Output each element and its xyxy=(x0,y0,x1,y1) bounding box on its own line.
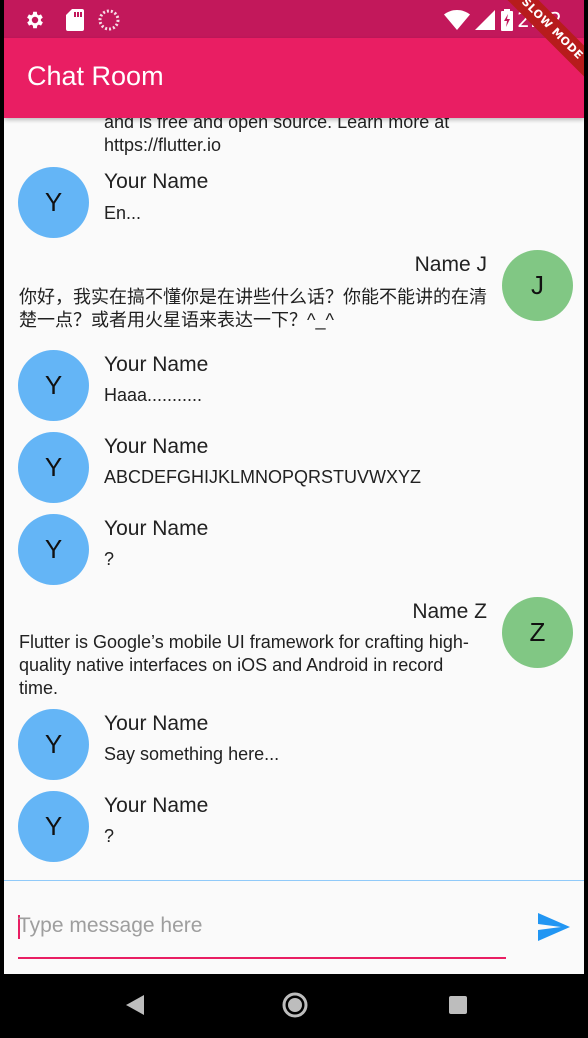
message-text: 你好，我实在搞不懂你是在讲些什么话？你能不能讲的在清楚一点？或者用火星语来表达一… xyxy=(19,287,487,330)
send-button[interactable] xyxy=(534,909,574,949)
wifi-icon xyxy=(444,9,470,31)
send-icon xyxy=(538,913,570,945)
sender-name: Your Name xyxy=(104,794,209,817)
app-title: Chat Room xyxy=(27,61,164,91)
message-input-container xyxy=(18,901,506,959)
app-bar: Chat Room xyxy=(4,38,584,118)
loading-icon xyxy=(98,9,120,31)
battery-icon xyxy=(500,9,514,31)
home-button[interactable] xyxy=(278,990,312,1024)
signal-icon xyxy=(474,9,496,31)
sender-name: Name Z xyxy=(412,600,487,623)
phone-screen: 2:52 SLOW MODE Chat Room and is free and… xyxy=(4,0,584,1038)
sender-name: Your Name xyxy=(104,435,209,458)
message-text: ABCDEFGHIJKLMNOPQRSTUVWXYZ xyxy=(104,467,422,487)
sender-name: Name J xyxy=(414,253,487,276)
message-text: Haaa........... xyxy=(104,385,203,405)
avatar: Y xyxy=(18,514,89,585)
message-input[interactable] xyxy=(18,911,498,941)
recents-icon xyxy=(449,996,467,1018)
avatar: Y xyxy=(18,709,89,780)
back-icon xyxy=(126,995,144,1019)
avatar: Y xyxy=(18,350,89,421)
avatar: Y xyxy=(18,432,89,503)
message-text: Flutter is Google’s mobile UI framework … xyxy=(19,632,469,698)
sender-name: Your Name xyxy=(104,517,209,540)
status-bar: 2:52 xyxy=(4,0,584,38)
recents-button[interactable] xyxy=(441,990,475,1024)
avatar: Z xyxy=(502,597,573,668)
partial-message-text: and is free and open source. Learn more … xyxy=(104,118,450,155)
message-text: En... xyxy=(104,203,142,223)
message-composer xyxy=(4,880,584,974)
settings-icon xyxy=(24,9,46,31)
home-icon xyxy=(281,991,309,1023)
message-text: ? xyxy=(104,826,115,846)
chat-message-list[interactable]: and is free and open source. Learn more … xyxy=(4,118,584,880)
sender-name: Your Name xyxy=(104,353,209,376)
sd-card-icon xyxy=(64,9,86,31)
avatar: J xyxy=(502,250,573,321)
back-button[interactable] xyxy=(118,990,152,1024)
avatar: Y xyxy=(18,791,89,862)
sender-name: Your Name xyxy=(104,712,209,735)
sender-name: Your Name xyxy=(104,170,209,193)
message-text: ? xyxy=(104,549,115,569)
avatar: Y xyxy=(18,167,89,238)
system-nav-bar xyxy=(4,974,584,1038)
message-text: Say something here... xyxy=(104,744,280,764)
